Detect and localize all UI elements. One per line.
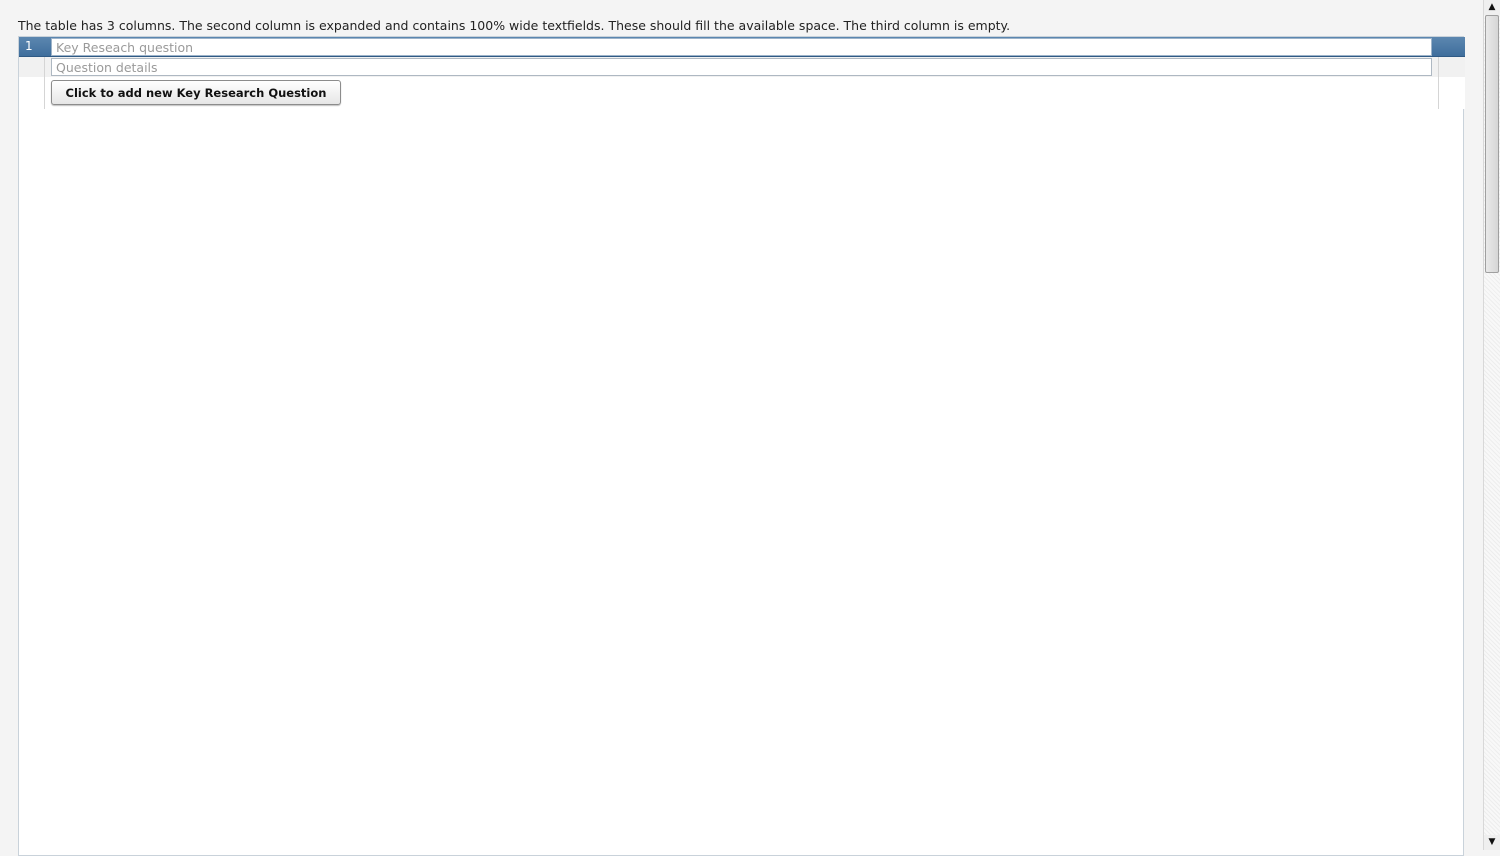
column-divider-right (1438, 57, 1439, 109)
page: The table has 3 columns. The second colu… (0, 0, 1483, 856)
intro-text: The table has 3 columns. The second colu… (18, 18, 1011, 33)
questions-table: 1 Click to add new Key Research Question (18, 36, 1465, 856)
question-details-input[interactable] (51, 58, 1432, 76)
vertical-scrollbar[interactable]: ▲ ▼ (1483, 0, 1500, 850)
table-row-details (19, 57, 1465, 77)
scroll-up-arrow-icon[interactable]: ▲ (1484, 0, 1500, 15)
column-divider-left (44, 57, 45, 109)
key-research-question-input[interactable] (51, 38, 1432, 56)
add-key-research-question-button[interactable]: Click to add new Key Research Question (51, 80, 341, 105)
scrollbar-thumb[interactable] (1485, 15, 1499, 273)
row-number: 1 (25, 39, 33, 53)
table-row-actions: Click to add new Key Research Question (19, 77, 1465, 109)
scroll-down-arrow-icon[interactable]: ▼ (1484, 835, 1500, 850)
table-row-header[interactable]: 1 (19, 37, 1465, 57)
